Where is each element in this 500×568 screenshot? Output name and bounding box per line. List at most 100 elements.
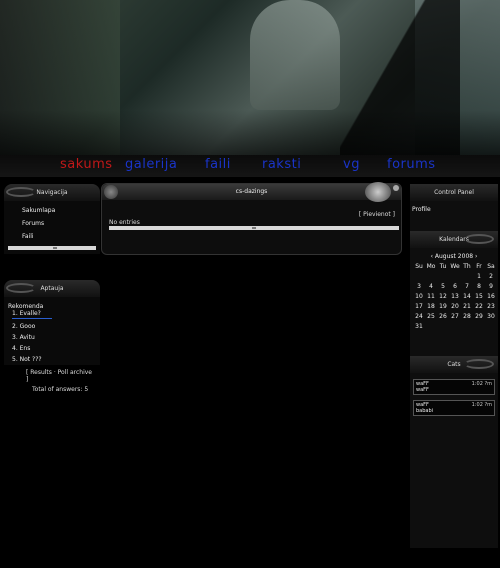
nav-sakums[interactable]: sakums: [60, 157, 113, 172]
calendar-day[interactable]: 10: [413, 293, 425, 300]
chat-block: Cats waFF waFF 1:02 ?m waFF bababi 1:02 ?m: [410, 356, 498, 416]
poll-block-header: Aptauja: [4, 280, 100, 297]
entries-text: No entries: [109, 219, 140, 226]
poll-links[interactable]: [ Results · Poll archive ]: [26, 369, 96, 383]
left-column: Navigacija Sakumlapa Forums Faili Aptauj…: [4, 184, 100, 393]
calendar-day[interactable]: 3: [413, 283, 425, 290]
chat-entry: waFF waFF 1:02 ?m: [413, 379, 495, 395]
poll-block-title: Aptauja: [40, 285, 64, 292]
calendar-day: [449, 273, 461, 280]
chat-text: waFF: [416, 387, 429, 393]
calendar-day[interactable]: 17: [413, 303, 425, 310]
calendar-day[interactable]: 5: [437, 283, 449, 290]
calendar-day[interactable]: 20: [449, 303, 461, 310]
poll-block-body: Rekomenda 1. Evalle? 2. Gooo 3. Avitu 4.…: [4, 297, 100, 393]
calendar-day[interactable]: 31: [413, 323, 425, 330]
navigation-block-header: Navigacija: [4, 184, 100, 201]
swoosh-icon: [464, 359, 494, 369]
calendar-day[interactable]: 19: [437, 303, 449, 310]
center-block-title: cs-dazings: [235, 188, 268, 195]
calendar-day[interactable]: 22: [473, 303, 485, 310]
calendar-day[interactable]: 14: [461, 293, 473, 300]
add-link[interactable]: [ Pievienot ]: [359, 211, 395, 218]
control-panel-title: Control Panel: [434, 189, 474, 196]
calendar-day[interactable]: 24: [413, 313, 425, 320]
calendar-day: [461, 273, 473, 280]
header-banner: [0, 0, 500, 155]
nav-forums[interactable]: forums: [387, 157, 436, 172]
calendar-day: [437, 273, 449, 280]
calendar-weekday: Su: [415, 263, 423, 270]
calendar-day[interactable]: 7: [461, 283, 473, 290]
calendar-day[interactable]: 9: [485, 283, 497, 290]
poll-option[interactable]: 5. Not ???: [12, 356, 96, 363]
calendar-day[interactable]: 2: [485, 273, 497, 280]
calendar-day[interactable]: 6: [449, 283, 461, 290]
nav-galerija[interactable]: galerija: [125, 157, 177, 172]
control-panel-block: Control Panel Profile: [410, 184, 498, 213]
calendar-day[interactable]: 1: [473, 273, 485, 280]
poll-option[interactable]: 2. Gooo: [12, 323, 96, 330]
calendar-day[interactable]: 18: [425, 303, 437, 310]
cs-logo-icon: [104, 185, 118, 199]
nav-faili[interactable]: faili: [205, 157, 231, 172]
poll-underline: [12, 318, 52, 319]
poll-option[interactable]: 1. Evalle?: [12, 310, 96, 317]
calendar-month[interactable]: ‹ August 2008 ›: [410, 253, 498, 260]
poll-total: Total of answers: 5: [32, 386, 89, 393]
calendar-day[interactable]: 28: [461, 313, 473, 320]
chat-time: 1:02 ?m: [471, 381, 492, 387]
nav-vg[interactable]: vg: [343, 157, 360, 172]
nav-raksti[interactable]: raksti: [262, 157, 301, 172]
poll-option[interactable]: 3. Avitu: [12, 334, 96, 341]
poll-question: Rekomenda: [8, 303, 44, 310]
nav-link-sakumlapa[interactable]: Sakumlapa: [22, 207, 96, 214]
calendar-day[interactable]: 25: [425, 313, 437, 320]
calendar-day[interactable]: 4: [425, 283, 437, 290]
nav-link-faili[interactable]: Faili: [22, 233, 96, 240]
calendar-day[interactable]: 30: [485, 313, 497, 320]
calendar-weekday: We: [450, 263, 460, 270]
calendar-day[interactable]: 13: [449, 293, 461, 300]
chat-user-text: waFF bababi: [416, 402, 433, 414]
calendar-day: [425, 323, 437, 330]
calendar-day: [437, 323, 449, 330]
control-panel-header: Control Panel: [410, 184, 498, 201]
swoosh-icon: [6, 187, 36, 197]
calendar-weekday: Fr: [476, 263, 482, 270]
swoosh-icon: [6, 283, 36, 293]
calendar-day[interactable]: 23: [485, 303, 497, 310]
banner-soldier: [250, 0, 340, 110]
calendar-day[interactable]: 27: [449, 313, 461, 320]
center-block-header: cs-dazings: [102, 182, 401, 202]
calendar-day[interactable]: 21: [461, 303, 473, 310]
calendar-day[interactable]: 29: [473, 313, 485, 320]
chat-text: bababi: [416, 408, 434, 414]
calendar-day[interactable]: 11: [425, 293, 437, 300]
block-divider: [8, 246, 96, 250]
block-divider: [109, 226, 399, 230]
swoosh-icon: [464, 234, 494, 244]
calendar-day[interactable]: 8: [473, 283, 485, 290]
center-block: cs-dazings [ Pievienot ] No entries: [101, 182, 402, 255]
chat-header: Cats: [410, 356, 498, 373]
close-icon[interactable]: [393, 185, 399, 191]
profile-link[interactable]: Profile: [412, 206, 498, 213]
calendar-day[interactable]: 26: [437, 313, 449, 320]
calendar-day[interactable]: 16: [485, 293, 497, 300]
calendar-day: [449, 323, 461, 330]
calendar-weekday: Th: [463, 263, 471, 270]
calendar-day: [461, 323, 473, 330]
calendar-day[interactable]: 12: [437, 293, 449, 300]
center-column: cs-dazings [ Pievienot ] No entries: [101, 182, 402, 255]
calendar-block: Kalendars ‹ August 2008 › Su Mo Tu We Th Fr Sa…: [410, 231, 498, 330]
calendar-day[interactable]: 15: [473, 293, 485, 300]
chat-entry: waFF bababi 1:02 ?m: [413, 400, 495, 416]
calendar-grid: Su Mo Tu We Th Fr Sa 1 2 3 4 5 6 7 8 9 10 11 12 13 14 15 16 17 1…: [413, 263, 498, 330]
chat-user-text: waFF waFF: [416, 381, 429, 393]
calendar-day: [485, 323, 497, 330]
navigation-block-body: Sakumlapa Forums Faili: [4, 201, 100, 254]
nav-link-forums[interactable]: Forums: [22, 220, 96, 227]
poll-option[interactable]: 4. Ens: [12, 345, 96, 352]
calendar-header: Kalendars: [410, 231, 498, 248]
